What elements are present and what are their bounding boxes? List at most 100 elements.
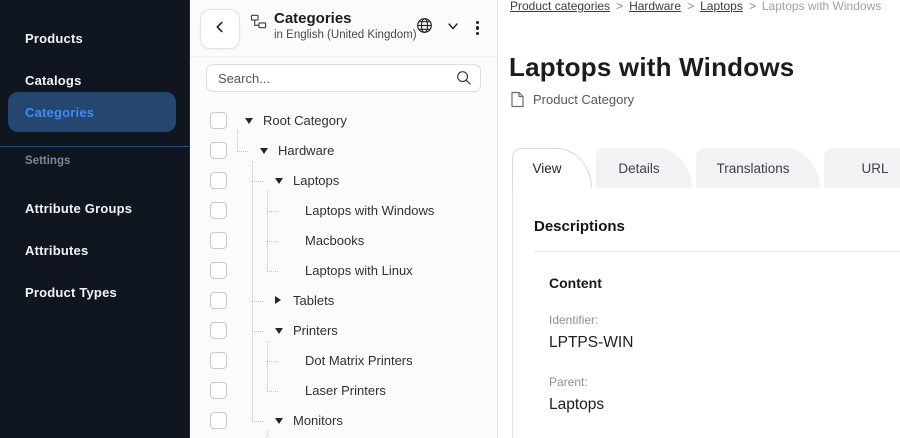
tree-checkbox[interactable] — [210, 322, 227, 339]
tree-checkbox[interactable] — [210, 382, 227, 399]
sidebar-item-label: Product Types — [25, 285, 117, 300]
breadcrumb-link[interactable]: Product categories — [510, 0, 610, 13]
search-wrap — [206, 64, 481, 92]
chevron-down-icon — [446, 19, 460, 38]
tree-row-laptops-with-linux: Laptops with Linux — [190, 256, 497, 286]
categories-panel: Categories in English (United Kingdom) — [190, 0, 498, 438]
sidebar-item-product-types[interactable]: Product Types — [8, 272, 176, 312]
tree-node-label[interactable]: Printers — [293, 323, 338, 338]
tree-node-label[interactable]: Root Category — [263, 113, 347, 128]
tree-checkbox[interactable] — [210, 112, 227, 129]
panel-title: Categories — [274, 10, 417, 28]
tree-node-label[interactable]: Tablets — [293, 293, 334, 308]
document-icon — [510, 91, 525, 108]
kebab-icon — [476, 21, 479, 24]
sidebar-item-label: Attributes — [25, 243, 88, 258]
collapse-toggle-icon[interactable] — [275, 418, 283, 424]
entity-type-row: Product Category — [510, 91, 634, 108]
tab-details[interactable]: Details — [596, 148, 692, 188]
locale-dropdown-button[interactable] — [446, 19, 460, 38]
tree-node-label[interactable]: Laser Printers — [305, 383, 386, 398]
section-divider — [534, 251, 900, 252]
field-label: Identifier: — [549, 313, 633, 327]
tree-node-label[interactable]: Laptops — [293, 173, 339, 188]
back-button[interactable] — [200, 9, 240, 49]
tree-node-label[interactable]: Laptops with Linux — [305, 263, 413, 278]
entity-type-label: Product Category — [533, 92, 634, 107]
tab-label: URL — [861, 161, 888, 176]
field-identifier: Identifier: LPTPS-WIN — [549, 313, 633, 352]
tab-label: Details — [618, 161, 659, 176]
tree-row-tablets: Tablets — [190, 286, 497, 316]
sidebar-item-attribute-groups[interactable]: Attribute Groups — [8, 188, 176, 228]
content-subsection-title: Content — [549, 275, 602, 291]
panel-header-icons — [415, 16, 483, 40]
breadcrumb-link[interactable]: Hardware — [629, 0, 681, 13]
tree-row-laptops: Laptops — [190, 166, 497, 196]
tree-checkbox[interactable] — [210, 172, 227, 189]
collapse-toggle-icon[interactable] — [260, 148, 268, 154]
collapse-toggle-icon[interactable] — [275, 178, 283, 184]
panel-menu-button[interactable] — [472, 19, 483, 38]
tree-node-label[interactable]: Macbooks — [305, 233, 364, 248]
app-window: ProductsCatalogsCategories Settings Attr… — [0, 0, 900, 438]
sidebar-item-attributes[interactable]: Attributes — [8, 230, 176, 270]
breadcrumb-separator: > — [749, 0, 756, 13]
page-title: Laptops with Windows — [509, 52, 794, 83]
tree-row-macbooks: Macbooks — [190, 226, 497, 256]
tree-node-label[interactable]: Hardware — [278, 143, 334, 158]
breadcrumb-separator: > — [616, 0, 623, 13]
tree-row-monitors: Monitors — [190, 406, 497, 436]
breadcrumb-separator: > — [687, 0, 694, 13]
tree-row-laser-printers: Laser Printers — [190, 376, 497, 406]
tab-label: Translations — [716, 161, 789, 176]
breadcrumb: Product categories>Hardware>Laptops>Lapt… — [510, 0, 881, 13]
panel-subtitle: in English (United Kingdom) — [274, 28, 417, 43]
category-tree-icon — [250, 13, 267, 43]
panel-header: Categories in English (United Kingdom) — [190, 0, 497, 57]
expand-toggle-icon[interactable] — [275, 296, 281, 304]
sidebar-item-products[interactable]: Products — [8, 18, 176, 58]
tree-checkbox[interactable] — [210, 412, 227, 429]
tree-checkbox[interactable] — [210, 262, 227, 279]
main-content: Product categories > Hardware > Laptops > Lapt… — [498, 0, 900, 438]
tree-row-hardware: Hardware — [190, 136, 497, 166]
tab-url[interactable]: URL — [824, 148, 900, 188]
panel-title-group: Categories in English (United Kingdom) — [250, 10, 417, 43]
globe-icon — [415, 16, 434, 40]
chevron-left-icon — [211, 18, 229, 41]
sidebar-item-label: Categories — [25, 105, 94, 120]
sidebar-section-label: Settings — [25, 155, 70, 167]
tree-checkbox[interactable] — [210, 142, 227, 159]
tree-checkbox[interactable] — [210, 292, 227, 309]
tree-row-printers: Printers — [190, 316, 497, 346]
tree-row-root-category: Root Category — [190, 106, 497, 136]
tree-node-label[interactable]: Dot Matrix Printers — [305, 353, 413, 368]
main-sidebar: ProductsCatalogsCategories Settings Attr… — [0, 0, 190, 438]
locale-globe-button[interactable] — [415, 16, 434, 40]
view-tab-panel: Descriptions Content Identifier: LPTPS-WI… — [512, 188, 900, 438]
tab-view[interactable]: View — [512, 148, 592, 188]
collapse-toggle-icon[interactable] — [245, 118, 253, 124]
search-input[interactable] — [206, 64, 481, 92]
category-tree: Root Category Hardware Laptops Laptops with… — [190, 94, 497, 438]
collapse-toggle-icon[interactable] — [275, 328, 283, 334]
field-value: Laptops — [549, 396, 633, 414]
tab-label: View — [532, 161, 561, 176]
sidebar-item-categories[interactable]: Categories — [8, 92, 176, 132]
field-parent: Parent: Laptops — [549, 375, 633, 414]
sidebar-item-label: Attribute Groups — [25, 201, 132, 216]
tree-node-label[interactable]: Monitors — [293, 413, 343, 428]
field-list: Identifier: LPTPS-WIN Parent: Laptops — [549, 313, 633, 437]
tree-checkbox[interactable] — [210, 352, 227, 369]
tree-row-laptops-with-windows: Laptops with Windows — [190, 196, 497, 226]
tree-checkbox[interactable] — [210, 202, 227, 219]
breadcrumb-link[interactable]: Laptops — [700, 0, 743, 13]
tree-checkbox[interactable] — [210, 232, 227, 249]
sidebar-item-label: Products — [25, 31, 83, 46]
tree-node-label[interactable]: Laptops with Windows — [305, 203, 434, 218]
tab-translations[interactable]: Translations — [696, 148, 820, 188]
field-value: LPTPS-WIN — [549, 334, 633, 352]
field-label: Parent: — [549, 375, 633, 389]
descriptions-section-title: Descriptions — [534, 218, 625, 235]
